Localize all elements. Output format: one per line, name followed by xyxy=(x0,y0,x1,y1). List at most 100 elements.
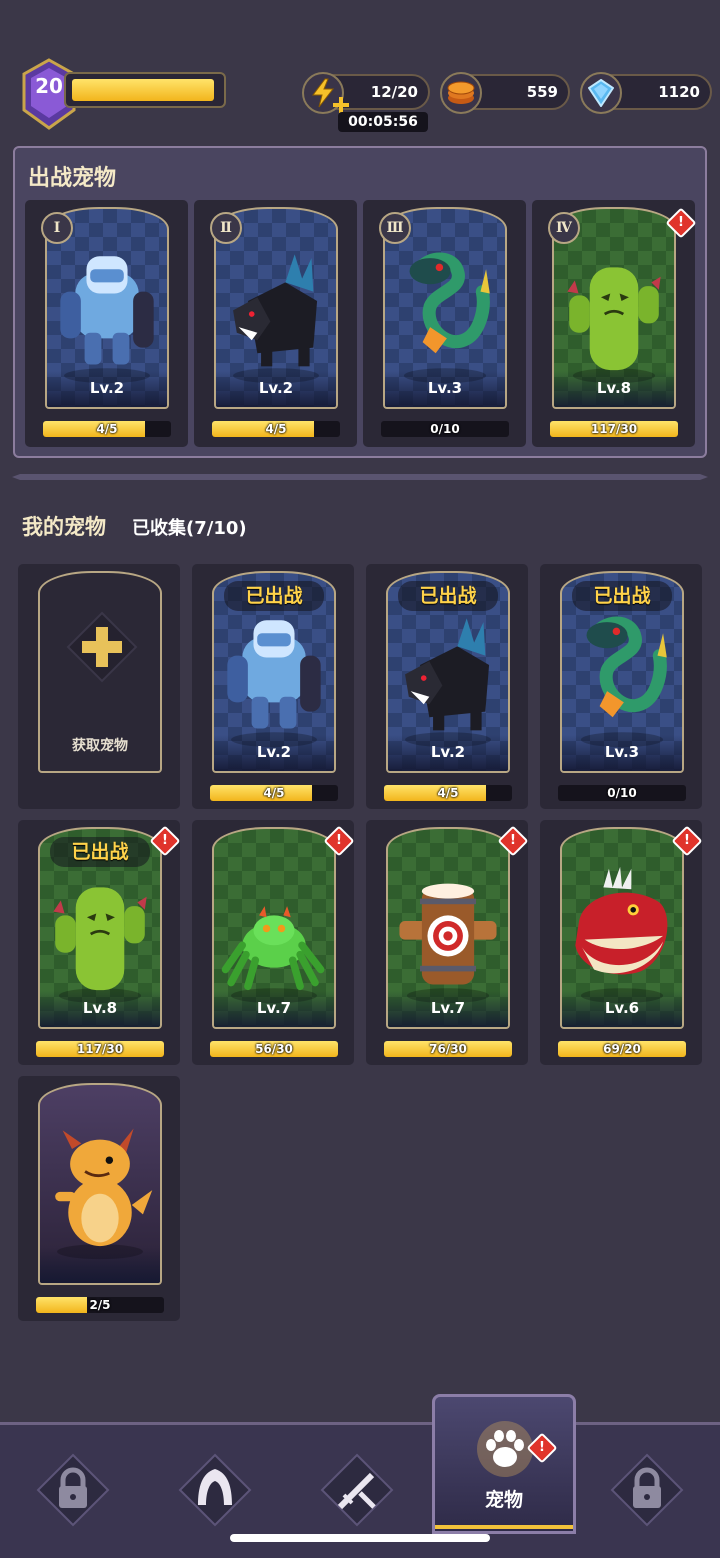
shadow-wolf-pet-icon xyxy=(392,587,504,749)
pet-card[interactable]: Lv.8 已出战! 117/30 xyxy=(18,820,181,1065)
pet-level: Lv.7 xyxy=(430,999,466,1017)
active-tab-indicator xyxy=(435,1525,573,1529)
slot-number-badge: Ⅱ xyxy=(210,212,242,244)
pet-card[interactable]: Lv.2 已出战 4/5 xyxy=(366,564,528,809)
battle-slot-level: Lv.8 xyxy=(596,379,632,397)
ice-golem-pet-icon xyxy=(218,587,330,749)
slot-number-badge: Ⅲ xyxy=(379,212,411,244)
pet-level: Lv.3 xyxy=(604,743,640,761)
battle-slot-progress: 0/10 xyxy=(381,421,509,437)
coin-icon xyxy=(440,72,482,114)
progress-text: 2/5 xyxy=(89,1298,111,1312)
energy-value: 12/20 xyxy=(370,83,418,101)
deployed-badge: 已出战 xyxy=(572,581,672,611)
swords-icon xyxy=(320,1453,394,1527)
pet-card-art: Lv.3 已出战 xyxy=(560,571,684,773)
pet-progress: 4/5 xyxy=(384,785,512,801)
pet-card[interactable]: Lv.7! 76/30 xyxy=(366,820,529,1065)
battle-slot-level: Lv.3 xyxy=(427,379,463,397)
pet-card-art xyxy=(38,1083,162,1285)
spider-pet-icon xyxy=(218,843,330,1005)
nav-tab-character[interactable] xyxy=(178,1453,252,1527)
battle-slot-4[interactable]: Lv.8 Ⅳ! 117/30 xyxy=(532,200,697,447)
nav-tab-battle[interactable] xyxy=(320,1453,394,1527)
nav-tab-pets[interactable]: ! 宠物 xyxy=(432,1394,576,1534)
coin-value: 559 xyxy=(526,83,558,101)
pet-card-art: Lv.7 xyxy=(386,827,510,1029)
pet-level: Lv.2 xyxy=(430,743,466,761)
paw-icon xyxy=(477,1421,533,1477)
nav-tab-locked-1[interactable] xyxy=(36,1453,110,1527)
energy-timer: 00:05:56 xyxy=(338,112,428,132)
home-indicator[interactable] xyxy=(230,1534,490,1542)
progress-text: 4/5 xyxy=(96,422,118,436)
progress-text: 4/5 xyxy=(263,786,285,800)
battle-slot-3[interactable]: Lv.3 Ⅲ 0/10 xyxy=(363,200,526,447)
my-pets-title: 我的宠物 xyxy=(22,515,106,539)
gem-icon xyxy=(580,72,622,114)
top-bar: 20 12/20 00:05:56 559 1120 xyxy=(0,0,720,140)
coin-counter[interactable]: 559 xyxy=(440,72,570,114)
pet-level: Lv.8 xyxy=(82,999,118,1017)
pet-card-art: Lv.8 已出战 xyxy=(38,827,162,1029)
dragon-pet-icon xyxy=(44,1099,156,1261)
collected-count: 已收集(7/10) xyxy=(132,518,247,539)
energy-counter[interactable]: 12/20 xyxy=(302,72,430,114)
battle-pets-title: 出战宠物 xyxy=(28,166,117,191)
cactus-pet-icon xyxy=(558,223,670,385)
slot-number-badge: Ⅰ xyxy=(41,212,73,244)
shadow-wolf-pet-icon xyxy=(220,223,332,385)
pet-progress: 56/30 xyxy=(210,1041,338,1057)
pet-card[interactable]: Lv.2 已出战 4/5 xyxy=(192,564,354,809)
gem-counter[interactable]: 1120 xyxy=(580,72,712,114)
pet-card-art: Lv.6 xyxy=(560,827,684,1029)
progress-text: 117/30 xyxy=(76,1042,124,1056)
target-barrel-pet-icon xyxy=(392,843,504,1005)
pet-card[interactable]: Lv.6! 69/20 xyxy=(540,820,703,1065)
add-pet-label: 获取宠物 xyxy=(72,738,128,754)
hood-icon xyxy=(178,1453,252,1527)
pet-progress: 117/30 xyxy=(36,1041,164,1057)
pet-card[interactable]: Lv.3 已出战 0/10 xyxy=(540,564,702,809)
progress-text: 0/10 xyxy=(430,422,460,436)
pet-progress: 4/5 xyxy=(210,785,338,801)
progress-text: 4/5 xyxy=(437,786,459,800)
add-pet-card[interactable]: 获取宠物 xyxy=(18,564,180,809)
pet-card-art: Lv.2 已出战 xyxy=(386,571,510,773)
battle-slot-progress: 4/5 xyxy=(43,421,171,437)
battle-slot-1[interactable]: Lv.2 Ⅰ 4/5 xyxy=(25,200,188,447)
pet-progress: 0/10 xyxy=(558,785,686,801)
pet-level: Lv.6 xyxy=(604,999,640,1017)
battle-slot-2[interactable]: Lv.2 Ⅱ 4/5 xyxy=(194,200,357,447)
pet-progress: 2/5 xyxy=(36,1297,164,1313)
piranha-pet-icon xyxy=(566,843,678,1005)
cactus-pet-icon xyxy=(44,843,156,1005)
battle-slot-progress: 4/5 xyxy=(212,421,340,437)
progress-text: 0/10 xyxy=(607,786,637,800)
deployed-badge: 已出战 xyxy=(224,581,324,611)
section-divider xyxy=(12,474,708,480)
pet-card[interactable]: Lv.7! 56/30 xyxy=(192,820,355,1065)
battle-slot-progress: 117/30 xyxy=(550,421,678,437)
pet-card-art: Lv.2 已出战 xyxy=(212,571,336,773)
progress-text: 4/5 xyxy=(265,422,287,436)
battle-slot-level: Lv.2 xyxy=(89,379,125,397)
slot-number-badge: Ⅳ xyxy=(548,212,580,244)
progress-text: 69/20 xyxy=(603,1042,641,1056)
xp-bar xyxy=(64,72,226,108)
progress-text: 76/30 xyxy=(429,1042,467,1056)
add-plus-icon xyxy=(66,611,138,683)
nav-tab-pets-label: 宠物 xyxy=(484,1489,523,1511)
gem-value: 1120 xyxy=(658,83,700,101)
ice-golem-pet-icon xyxy=(51,223,163,385)
pet-card[interactable]: 2/5 xyxy=(18,1076,180,1321)
serpent-pet-icon xyxy=(566,587,678,749)
pet-card-art: Lv.7 xyxy=(212,827,336,1029)
pet-progress: 76/30 xyxy=(384,1041,512,1057)
deployed-badge: 已出战 xyxy=(398,581,498,611)
pet-progress: 69/20 xyxy=(558,1041,686,1057)
serpent-pet-icon xyxy=(389,223,501,385)
nav-tab-locked-2[interactable] xyxy=(610,1453,684,1527)
pet-level: Lv.2 xyxy=(256,743,292,761)
add-pet-frame: 获取宠物 xyxy=(38,571,162,773)
